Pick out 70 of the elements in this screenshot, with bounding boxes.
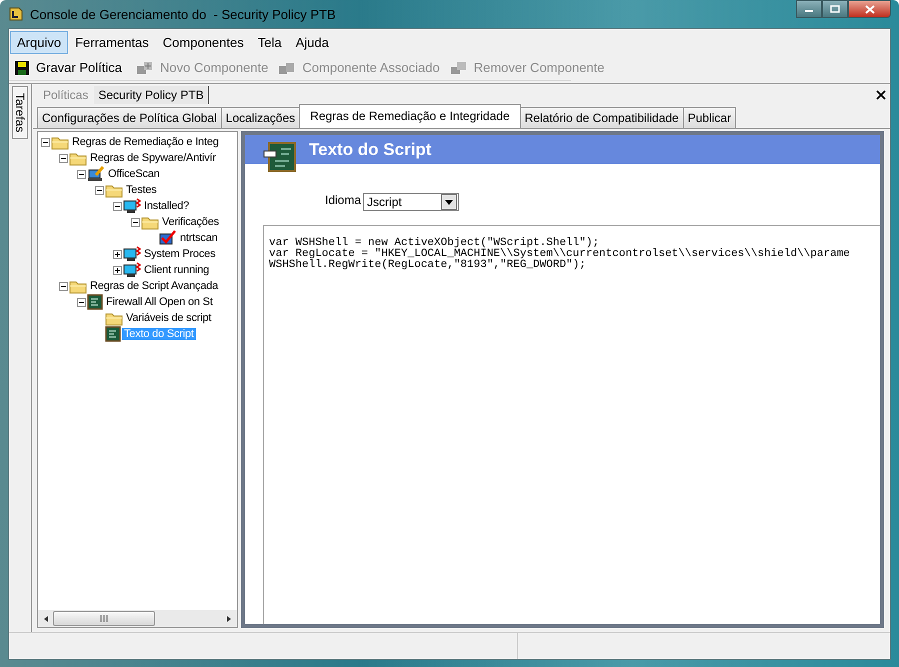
folder-icon: [141, 214, 159, 230]
blocks-icon: [450, 60, 468, 76]
language-label: Idioma: [325, 193, 362, 207]
collapse-icon[interactable]: [77, 170, 86, 178]
caret-icon: [445, 200, 454, 204]
folder-icon: [105, 182, 123, 198]
computer-icon: [123, 246, 141, 262]
collapse-icon[interactable]: [131, 218, 140, 226]
chalkboard-icon: [105, 326, 121, 342]
menu-item[interactable]: Ferramentas: [68, 30, 156, 54]
tree-item[interactable]: Regras de Script Avançada: [88, 280, 220, 292]
computer-icon: [123, 198, 141, 214]
code-editor[interactable]: var WSHShell = new ActiveXObject("WScript.Shell"); var RegLocate = "HKEY_LOCAL_MACHINE\\System\\currentcontrolset\\services\\shield\\parame WSHShell.RegWrite(RegLocate,"8193","REG_DWORD");: [263, 225, 880, 624]
tree-item[interactable]: Regras de Remediação e Integ: [70, 136, 221, 148]
window-title: Console de Gerenciamento do - Security Policy PTB: [30, 6, 336, 22]
close-button[interactable]: [848, 0, 891, 18]
folder-icon: [69, 150, 87, 166]
close-icon: [864, 4, 874, 14]
code-line: var RegLocate = "HKEY_LOCAL_MACHINE\\System\\currentcontrolset\\services\\shield\\parame: [269, 249, 851, 260]
tree-item[interactable]: Variáveis de script: [124, 312, 214, 324]
menu-item[interactable]: Componentes: [156, 30, 251, 54]
close-icon[interactable]: [876, 90, 886, 100]
folder-icon: [51, 134, 69, 150]
language-dropdown[interactable]: Jscript: [363, 193, 460, 211]
tree-item[interactable]: Client running: [142, 264, 212, 276]
minimize-button[interactable]: [796, 0, 822, 18]
horizontal-scrollbar[interactable]: [38, 610, 237, 627]
tab[interactable]: Publicar: [682, 107, 736, 128]
folder-icon: [105, 310, 123, 326]
tree-item[interactable]: Regras de Spyware/Antivír: [88, 152, 218, 164]
collapse-icon[interactable]: [113, 202, 122, 210]
grip-icon: [100, 615, 108, 622]
maximize-icon: [830, 5, 840, 13]
tab[interactable]: Configurações de Política Global: [37, 107, 222, 128]
code-line: var WSHShell = new ActiveXObject("WScript.Shell");: [269, 238, 600, 249]
document-tab[interactable]: Security Policy PTB: [94, 86, 209, 104]
computer-icon: [87, 166, 105, 182]
collapse-icon[interactable]: [95, 186, 104, 194]
computer-icon: [123, 262, 141, 278]
scroll-right-icon[interactable]: [225, 614, 233, 622]
expand-icon[interactable]: [113, 250, 122, 258]
menu-item[interactable]: Arquivo: [10, 30, 68, 54]
checkmark-icon: [159, 230, 177, 246]
collapse-icon[interactable]: [77, 298, 86, 306]
collapse-icon[interactable]: [41, 138, 50, 146]
chalkboard-icon: [263, 140, 297, 172]
tree-item[interactable]: Installed?: [142, 200, 192, 212]
menu-item[interactable]: Tela: [250, 30, 289, 54]
tree-item[interactable]: System Proces: [142, 248, 218, 260]
tab[interactable]: Localizações: [220, 107, 300, 128]
toolbar-button[interactable]: Gravar Política: [11, 58, 125, 78]
side-tab[interactable]: Tarefas: [12, 86, 28, 140]
tree-item[interactable]: ntrtscan: [178, 232, 220, 244]
collapse-icon[interactable]: [59, 282, 68, 290]
folder-icon: [69, 278, 87, 294]
tab[interactable]: Regras de Remediação e Integridade: [299, 104, 521, 128]
maximize-button[interactable]: [822, 0, 848, 18]
tab[interactable]: Relatório de Compatibilidade: [520, 107, 684, 128]
chalkboard-icon: [87, 294, 103, 310]
menu-item[interactable]: Ajuda: [288, 30, 336, 54]
code-line: WSHShell.RegWrite(RegLocate,"8193","REG_DWORD");: [269, 260, 587, 271]
scroll-left-icon[interactable]: [42, 614, 50, 622]
tree-item[interactable]: OfficeScan: [106, 168, 162, 180]
tree-item[interactable]: Firewall All Open on St: [104, 296, 215, 308]
panel-title: Texto do Script: [309, 140, 432, 160]
blocks-icon: [136, 60, 154, 76]
expand-icon[interactable]: [113, 266, 122, 274]
collapse-icon[interactable]: [59, 154, 68, 162]
tree-item[interactable]: Verificações: [160, 216, 221, 228]
tree-item[interactable]: Testes: [124, 184, 159, 196]
